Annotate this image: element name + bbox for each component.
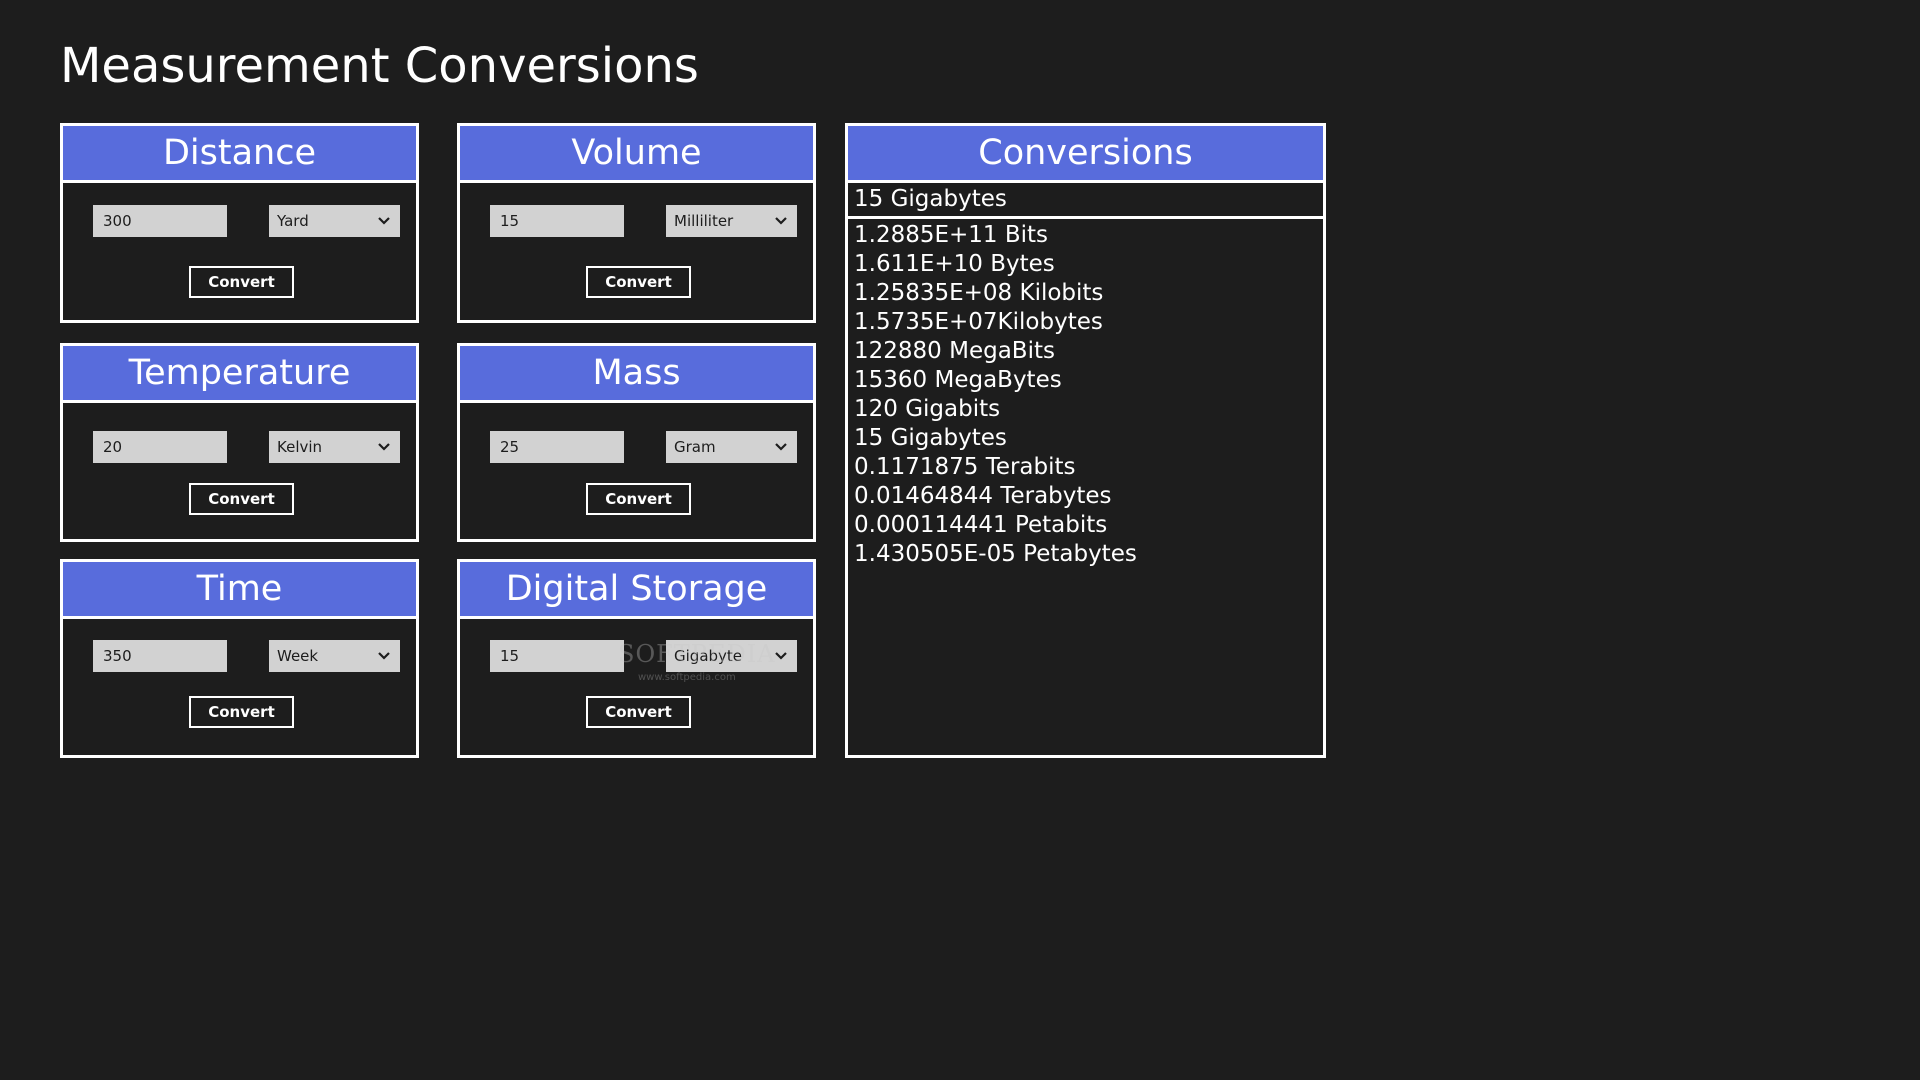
watermark-logo: SOFTPEDIA [618, 640, 776, 668]
conversion-result-item: 1.430505E-05 Petabytes [854, 541, 1137, 567]
conversion-result-item: 0.000114441 Petabits [854, 512, 1108, 538]
temperature-card-title: Temperature [63, 346, 416, 403]
mass-value-input[interactable] [490, 431, 624, 463]
conversion-result-item: 15360 MegaBytes [854, 367, 1062, 393]
conversions-result-list[interactable]: 1.2885E+11 Bits 1.611E+10 Bytes 1.25835E+0… [848, 219, 1323, 569]
mass-card-title: Mass [460, 346, 813, 403]
distance-convert-button[interactable]: Convert [189, 266, 294, 298]
chevron-down-icon [775, 443, 787, 451]
distance-card: Distance Yard Convert [60, 123, 419, 323]
conversion-result-item: 1.5735E+07Kilobytes [854, 309, 1103, 335]
volume-unit-select[interactable]: Milliliter [666, 205, 797, 237]
distance-value-input[interactable] [93, 205, 227, 237]
conversion-result-item: 1.2885E+11 Bits [854, 222, 1049, 248]
digital-storage-card-title: Digital Storage [460, 562, 813, 619]
volume-card-title: Volume [460, 126, 813, 183]
temperature-unit-label: Kelvin [277, 438, 323, 456]
page-title: Measurement Conversions [60, 38, 699, 94]
time-value-input[interactable] [93, 640, 227, 672]
conversions-panel: Conversions 15 Gigabytes 1.2885E+11 Bits… [845, 123, 1326, 758]
volume-convert-button[interactable]: Convert [586, 266, 691, 298]
volume-value-input[interactable] [490, 205, 624, 237]
time-card: Time Week Convert [60, 559, 419, 758]
chevron-down-icon [775, 217, 787, 225]
distance-card-title: Distance [63, 126, 416, 183]
mass-card: Mass Gram Convert [457, 343, 816, 542]
conversion-result-item: 1.611E+10 Bytes [854, 251, 1055, 277]
temperature-card: Temperature Kelvin Convert [60, 343, 419, 542]
digital-storage-value-input[interactable] [490, 640, 624, 672]
distance-unit-select[interactable]: Yard [269, 205, 400, 237]
volume-unit-label: Milliliter [674, 212, 734, 230]
watermark-url: www.softpedia.com [638, 672, 736, 683]
conversion-result-item: 122880 MegaBits [854, 338, 1055, 364]
chevron-down-icon [378, 652, 390, 660]
mass-unit-label: Gram [674, 438, 716, 456]
conversion-result-item: 0.1171875 Terabits [854, 454, 1076, 480]
conversion-result-item: 1.25835E+08 Kilobits [854, 280, 1104, 306]
chevron-down-icon [378, 443, 390, 451]
time-unit-label: Week [277, 647, 319, 665]
temperature-convert-button[interactable]: Convert [189, 483, 294, 515]
mass-unit-select[interactable]: Gram [666, 431, 797, 463]
conversion-result-item: 120 Gigabits [854, 396, 1001, 422]
digital-storage-convert-button[interactable]: Convert [586, 696, 691, 728]
time-card-title: Time [63, 562, 416, 619]
volume-card: Volume Milliliter Convert [457, 123, 816, 323]
conversion-result-item: 0.01464844 Terabytes [854, 483, 1112, 509]
conversions-selected-value: 15 Gigabytes [848, 183, 1323, 219]
distance-unit-label: Yard [277, 212, 309, 230]
time-unit-select[interactable]: Week [269, 640, 400, 672]
temperature-unit-select[interactable]: Kelvin [269, 431, 400, 463]
time-convert-button[interactable]: Convert [189, 696, 294, 728]
chevron-down-icon [378, 217, 390, 225]
mass-convert-button[interactable]: Convert [586, 483, 691, 515]
conversions-title: Conversions [848, 126, 1323, 183]
temperature-value-input[interactable] [93, 431, 227, 463]
conversion-result-item: 15 Gigabytes [854, 425, 1007, 451]
